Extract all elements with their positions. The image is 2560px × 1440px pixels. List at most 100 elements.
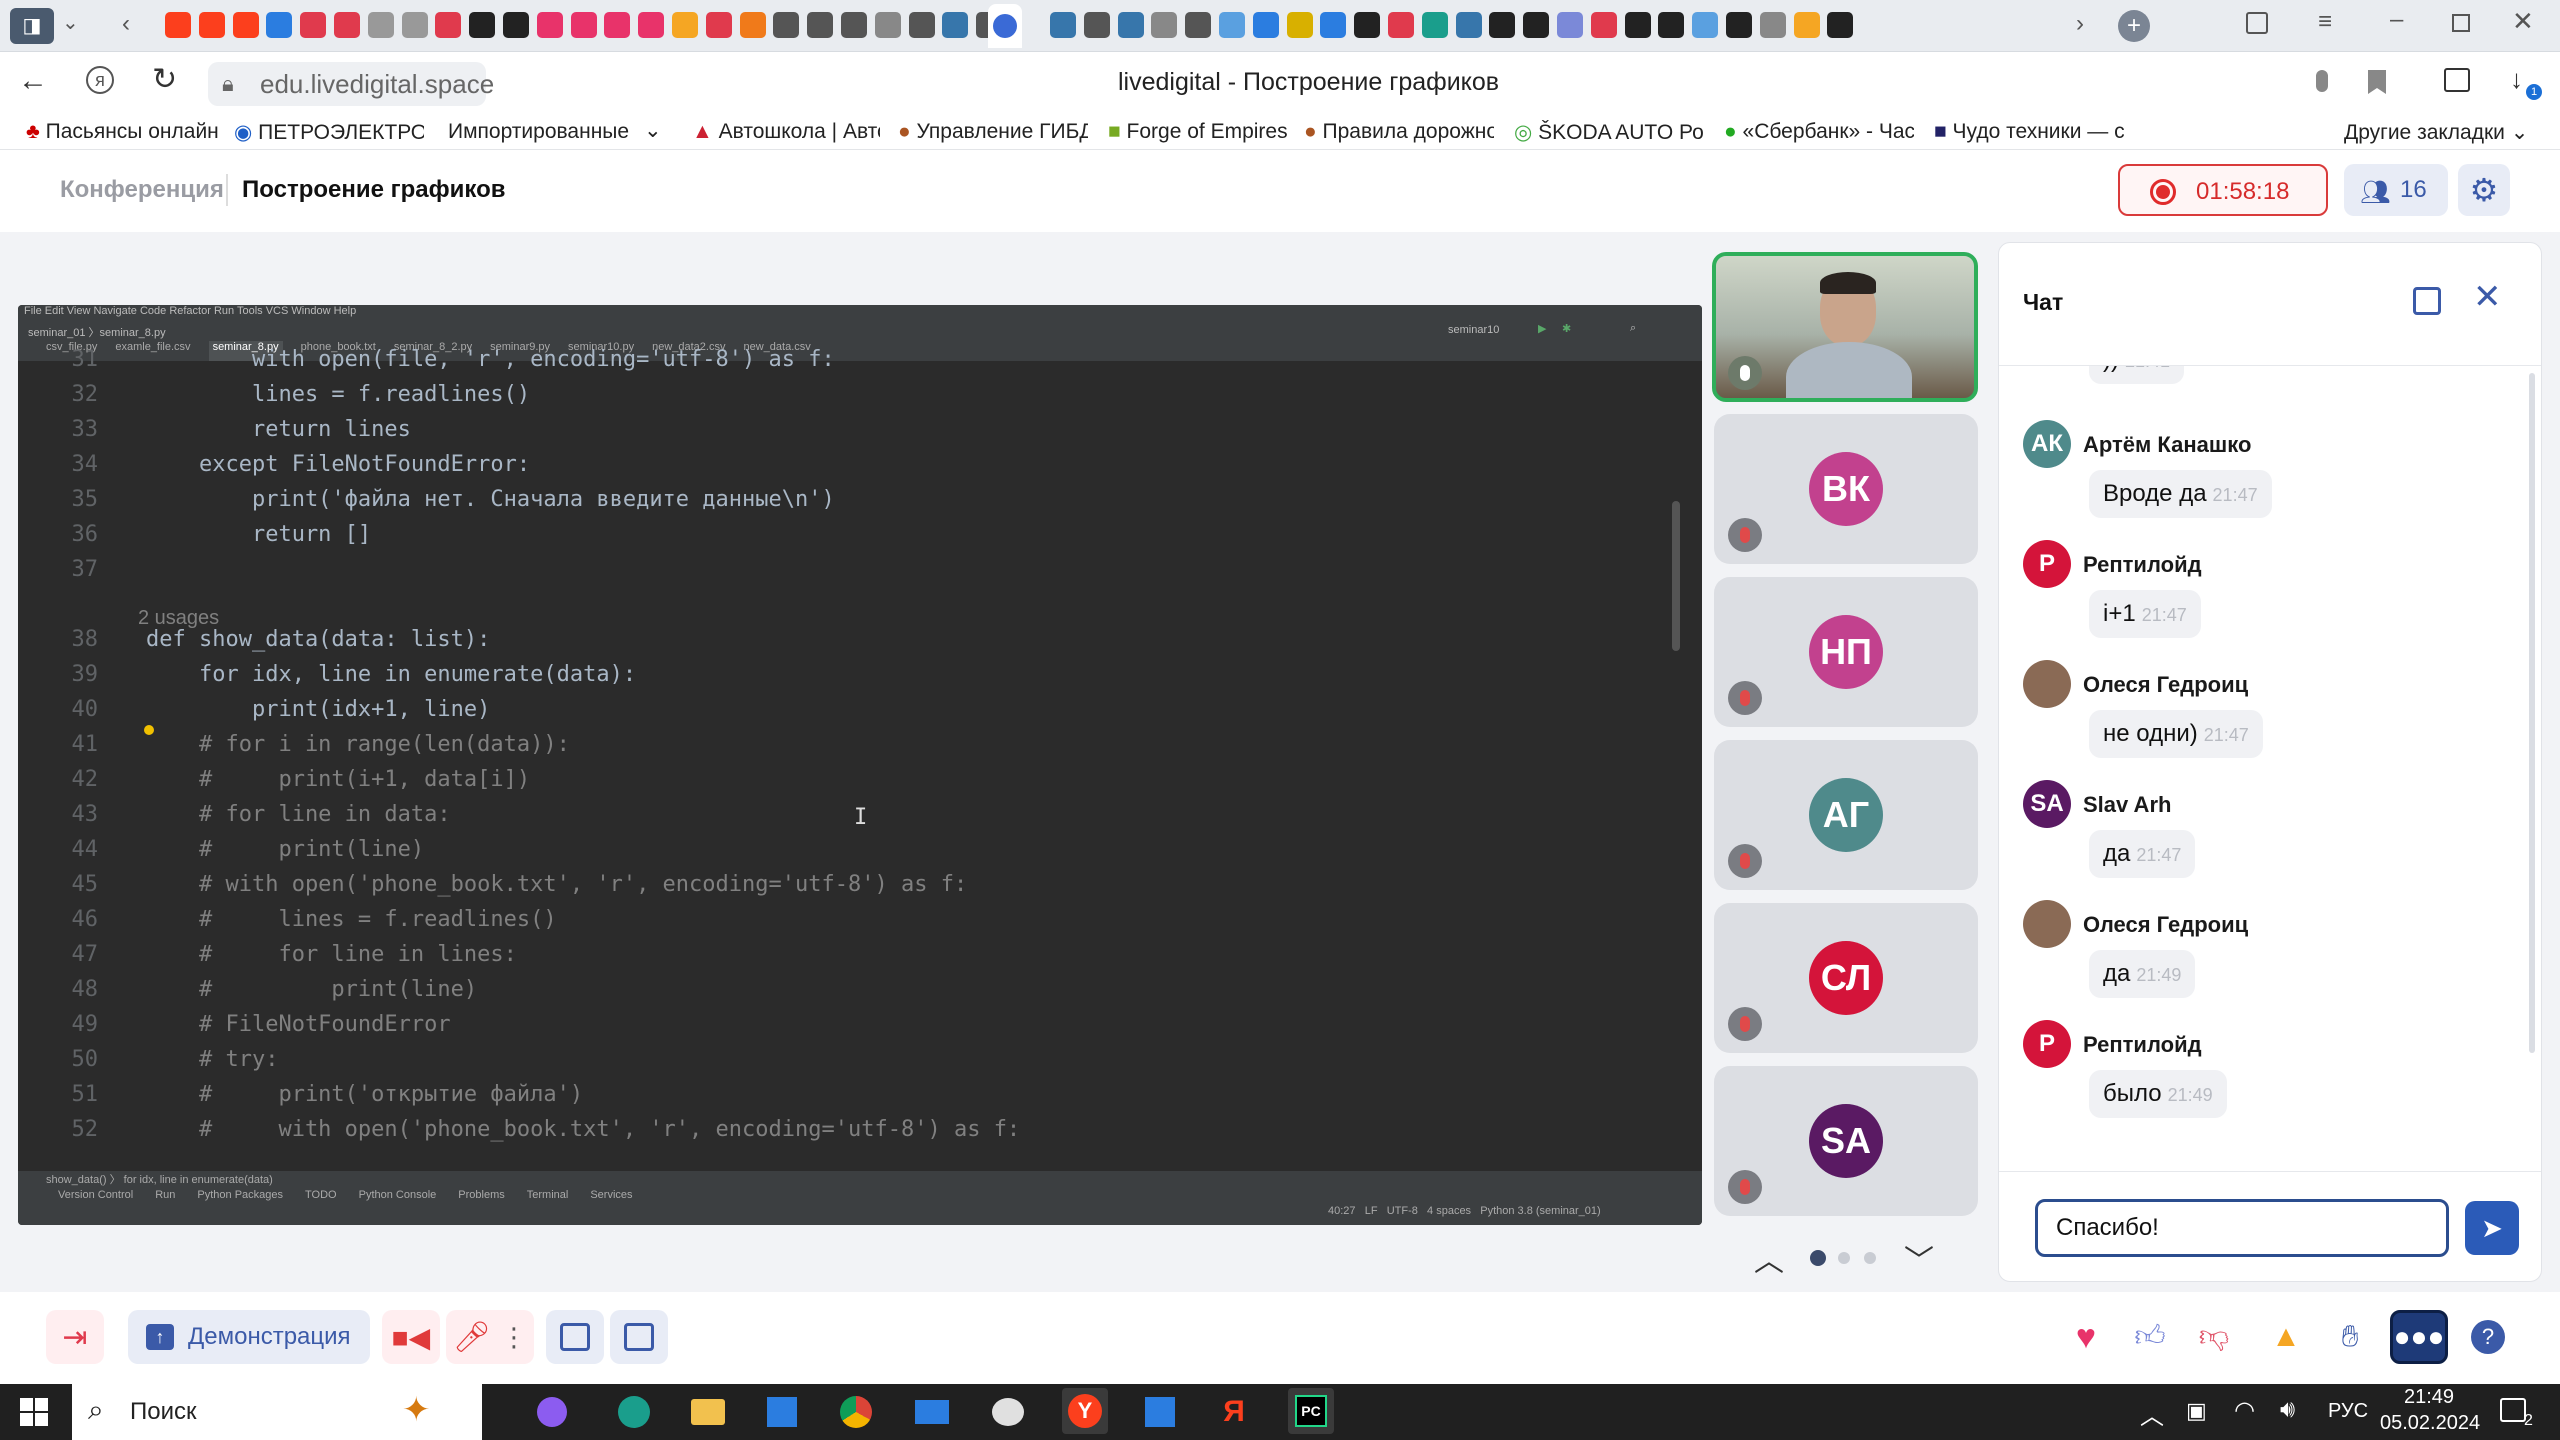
pinned-tab-icon[interactable] (334, 12, 360, 38)
ide-search-icon[interactable]: ⌕ (1630, 322, 1636, 335)
edge-icon[interactable] (614, 1392, 654, 1432)
breadcrumb-parent[interactable]: Конференция (60, 176, 224, 204)
reaction-like[interactable]: 👍︎ (2126, 1310, 2174, 1364)
pinned-tab-icon[interactable] (1320, 12, 1347, 38)
pinned-tab-icon[interactable] (908, 12, 935, 38)
pinned-tab-icon[interactable] (232, 12, 259, 38)
start-icon[interactable] (20, 1398, 48, 1426)
ide-tool-tab[interactable]: Problems (458, 1189, 504, 1201)
store-icon[interactable] (762, 1392, 802, 1432)
pinned-tab-icon[interactable] (1151, 12, 1178, 38)
browser-menu-icon[interactable]: ◨ (10, 8, 54, 44)
ide-tool-tab[interactable]: Python Console (359, 1189, 437, 1201)
pinned-tab-icon[interactable] (1489, 12, 1516, 38)
pinned-tab-icon[interactable] (773, 12, 800, 38)
chat-scrollbar[interactable] (2529, 373, 2535, 1053)
cortana-icon[interactable] (532, 1392, 572, 1432)
pycharm-icon[interactable]: PC (1288, 1388, 1334, 1434)
pinned-tab-icon[interactable] (672, 12, 698, 38)
scroll-down-icon[interactable]: ﹀ (1904, 1236, 1934, 1280)
microphone-icon[interactable] (2316, 70, 2328, 92)
pinned-tab-icon[interactable] (1692, 12, 1719, 38)
paint-icon[interactable] (988, 1392, 1028, 1432)
reaction-dislike[interactable]: 👎︎ (2190, 1310, 2238, 1364)
popout-icon[interactable] (2413, 287, 2441, 315)
bookmark-9[interactable]: ● «Сбербанк» - Час (1724, 120, 1914, 144)
pinned-tab-icon[interactable] (570, 12, 597, 38)
pinned-tab-icon[interactable] (739, 12, 766, 38)
ide-tool-tab[interactable]: Terminal (527, 1189, 569, 1201)
restore-icon[interactable] (2452, 14, 2470, 32)
pinned-tab-icon[interactable] (1793, 12, 1820, 38)
demo-button[interactable]: ↑ Демонстрация (128, 1310, 370, 1364)
collections-icon[interactable] (2246, 12, 2268, 34)
pinned-tab-icon[interactable] (1759, 12, 1786, 38)
chat-button[interactable]: ●●● (2390, 1310, 2448, 1364)
downloads-icon[interactable]: ↓ (2510, 64, 2523, 95)
ide-tool-tab[interactable]: TODO (305, 1189, 337, 1201)
page-dot[interactable] (1864, 1252, 1876, 1264)
pinned-tab-icon[interactable] (1624, 12, 1651, 38)
bookmark-2[interactable]: ◉ ПЕТРОЭЛЕКТРОСБЫТ (234, 120, 424, 145)
mail-icon[interactable] (912, 1392, 952, 1432)
chrome-icon[interactable] (836, 1392, 876, 1432)
back-icon[interactable]: ← (18, 64, 48, 98)
active-tab[interactable] (988, 4, 1022, 48)
pinned-tab-icon[interactable] (841, 12, 867, 38)
tray-device-icon[interactable]: ▣ (2186, 1398, 2207, 1424)
self-video-tile[interactable] (1712, 252, 1978, 402)
page-dot-active[interactable] (1810, 1250, 1826, 1266)
settings-button[interactable]: ⚙ (2458, 164, 2510, 216)
pinned-tab-icon[interactable] (942, 12, 969, 38)
pinned-tab-icon[interactable] (1523, 12, 1550, 38)
scroll-up-icon[interactable]: ︿ (1754, 1236, 1784, 1280)
pinned-tab-icon[interactable] (1455, 12, 1482, 38)
pinned-tab-icon[interactable] (604, 12, 631, 38)
participant-tile[interactable]: SA (1714, 1066, 1978, 1216)
other-bookmarks[interactable]: Другие закладки ⌄ (2344, 120, 2528, 145)
pinned-tab-icon[interactable] (1252, 12, 1279, 38)
bookmark-folder-imported[interactable]: Импортированные (448, 120, 644, 144)
chevron-down-icon[interactable]: ⌄ (644, 118, 662, 143)
clock-date[interactable]: 05.02.2024 (2380, 1412, 2480, 1435)
pinned-tab-icon[interactable] (536, 12, 563, 38)
url-field[interactable]: 🔒︎ edu.livedigital.space (208, 62, 494, 106)
explorer-icon[interactable] (688, 1392, 728, 1432)
pinned-tab-icon[interactable] (401, 12, 428, 38)
calendar-icon[interactable] (1140, 1392, 1180, 1432)
tabs-scroll-left-icon[interactable]: ‹ (122, 10, 130, 38)
bookmark-icon[interactable] (2368, 70, 2386, 94)
page-dot[interactable] (1838, 1252, 1850, 1264)
ide-tool-tab[interactable]: Python Packages (197, 1189, 283, 1201)
reaction-fire[interactable]: ▲ (2262, 1310, 2310, 1364)
close-window-icon[interactable]: ✕ (2512, 6, 2534, 37)
pinned-tab-icon[interactable] (1658, 12, 1685, 38)
pinned-tab-icon[interactable] (1185, 12, 1212, 38)
pinned-tab-icon[interactable] (1117, 12, 1144, 38)
tabs-dropdown-icon[interactable]: ⌄ (62, 10, 79, 35)
help-button[interactable]: ? (2464, 1310, 2512, 1364)
pinned-tab-icon[interactable] (367, 12, 394, 38)
raise-hand-button[interactable]: ✋︎ (2326, 1310, 2374, 1364)
volume-icon[interactable]: 🔊︎ (2280, 1396, 2295, 1424)
bookmark-7[interactable]: ● Правила дорожного (1304, 120, 1494, 144)
send-button[interactable]: ➤ (2465, 1201, 2519, 1255)
pinned-tab-icon[interactable] (266, 12, 293, 38)
more-icon[interactable]: ⋮ (501, 1322, 527, 1353)
ide-tool-tab[interactable]: Version Control (58, 1189, 133, 1201)
notifications-icon[interactable] (2500, 1398, 2526, 1422)
pinned-tab-icon[interactable] (1726, 12, 1752, 38)
bookmark-6[interactable]: ■ Forge of Empires (1108, 120, 1288, 144)
yandex-icon[interactable]: Я (1214, 1392, 1254, 1432)
pinned-tab-icon[interactable] (1590, 12, 1617, 38)
pinned-tab-icon[interactable] (1083, 12, 1110, 38)
code-editor[interactable]: 2 usages I 31 with open(file, 'r', encod… (18, 347, 1684, 1161)
screen-share-button[interactable] (546, 1310, 604, 1364)
pinned-tab-icon[interactable] (1354, 12, 1381, 38)
pinned-tab-icon[interactable] (1050, 12, 1076, 38)
pinned-tab-icon[interactable] (503, 12, 529, 38)
pinned-tab-icon[interactable] (300, 12, 327, 38)
yandex-browser-icon[interactable]: Y (1062, 1388, 1108, 1434)
ide-tool-tab[interactable]: Services (590, 1189, 632, 1201)
pinned-tab-icon[interactable] (1388, 12, 1414, 38)
